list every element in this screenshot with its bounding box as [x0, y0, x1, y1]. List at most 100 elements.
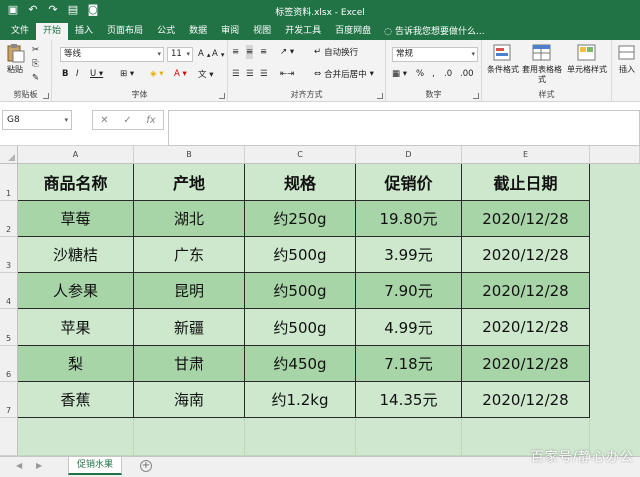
indent-icon[interactable]: ⇤⇥ — [280, 67, 294, 81]
row-header-8[interactable] — [0, 418, 18, 456]
formula-input[interactable] — [168, 110, 640, 146]
border-icon[interactable]: ⊞ ▾ — [120, 67, 134, 81]
percent-icon[interactable]: % — [416, 67, 424, 81]
table-cell[interactable]: 约500g — [245, 237, 356, 273]
align-right-icon[interactable]: ☰ — [260, 67, 268, 81]
table-cell[interactable]: 4.99元 — [356, 309, 462, 346]
table-cell[interactable]: 2020/12/28 — [462, 237, 590, 273]
phonetic-icon[interactable]: 文 ▾ — [198, 67, 213, 81]
bold-button[interactable]: B — [62, 67, 68, 81]
tab-page-layout[interactable]: 页面布局 — [100, 23, 150, 40]
increase-font-icon[interactable]: A ▴ — [198, 47, 210, 61]
cancel-icon[interactable]: ✕ — [100, 115, 108, 126]
wrap-text-button[interactable]: ↵ 自动换行 — [314, 45, 358, 59]
increase-decimal-icon[interactable]: .0 — [444, 67, 452, 81]
empty-cell[interactable] — [245, 418, 356, 456]
tab-home[interactable]: 开始 — [36, 23, 69, 40]
column-header-f[interactable] — [590, 146, 640, 164]
cell-styles-button[interactable]: 单元格样式 — [564, 43, 610, 75]
cut-icon[interactable]: ✂ — [32, 43, 39, 57]
row-header-7[interactable]: 7 — [0, 382, 18, 418]
next-sheet-icon[interactable]: ▶ — [36, 461, 42, 470]
table-cell[interactable]: 约500g — [245, 309, 356, 346]
header-cell-price[interactable]: 促销价 — [356, 164, 462, 201]
tab-insert[interactable]: 插入 — [68, 23, 100, 40]
number-format-select[interactable]: 常规 ▾ — [392, 47, 478, 62]
font-color-icon[interactable]: A ▾ — [174, 67, 187, 81]
row-header-4[interactable]: 4 — [0, 273, 18, 309]
table-cell[interactable]: 19.80元 — [356, 201, 462, 237]
column-header-d[interactable]: D — [356, 146, 462, 164]
font-size-select[interactable]: 11 ▾ — [167, 47, 193, 62]
decrease-font-icon[interactable]: A ▾ — [212, 47, 224, 61]
accounting-format-icon[interactable]: ▦ ▾ — [392, 67, 407, 81]
font-launcher-icon[interactable] — [219, 93, 225, 99]
table-cell[interactable]: 2020/12/28 — [462, 382, 590, 418]
tab-file[interactable]: 文件 — [4, 23, 36, 40]
table-cell[interactable]: 昆明 — [134, 273, 245, 309]
align-middle-icon[interactable]: ≡ — [246, 45, 254, 59]
empty-cell[interactable] — [356, 418, 462, 456]
table-cell[interactable]: 湖北 — [134, 201, 245, 237]
header-cell-origin[interactable]: 产地 — [134, 164, 245, 201]
underline-button[interactable]: U ▾ — [90, 67, 103, 81]
insert-function-icon[interactable]: fx — [146, 115, 155, 126]
name-box[interactable]: G8 ▾ — [2, 110, 72, 130]
prev-sheet-icon[interactable]: ◀ — [16, 461, 22, 470]
tab-data[interactable]: 数据 — [182, 23, 214, 40]
table-cell[interactable]: 2020/12/28 — [462, 309, 590, 346]
paste-button[interactable]: 粘贴 — [4, 43, 26, 75]
empty-cell[interactable] — [18, 418, 134, 456]
table-cell[interactable]: 新疆 — [134, 309, 245, 346]
row-header-5[interactable]: 5 — [0, 309, 18, 346]
sheet-tab-promo-fruit[interactable]: 促销水果 — [68, 457, 123, 475]
tell-me-search[interactable]: ◌ 告诉我您想要做什么... — [378, 23, 490, 40]
row-header-2[interactable]: 2 — [0, 201, 18, 237]
insert-cells-button[interactable]: 插入 — [614, 43, 640, 75]
add-sheet-icon[interactable]: + — [140, 460, 152, 472]
copy-icon[interactable]: ⎘ — [32, 57, 39, 71]
merge-center-button[interactable]: ⇔ 合并后居中 ▾ — [314, 67, 374, 81]
row-header-1[interactable]: 1 — [0, 164, 18, 201]
table-cell[interactable]: 梨 — [18, 346, 134, 382]
comma-icon[interactable]: , — [432, 67, 435, 81]
table-cell[interactable]: 苹果 — [18, 309, 134, 346]
table-cell[interactable]: 7.90元 — [356, 273, 462, 309]
table-cell[interactable]: 沙糖桔 — [18, 237, 134, 273]
align-bottom-icon[interactable]: ≡ — [260, 45, 267, 59]
tab-formulas[interactable]: 公式 — [150, 23, 182, 40]
decrease-decimal-icon[interactable]: .00 — [460, 67, 474, 81]
table-cell[interactable]: 2020/12/28 — [462, 346, 590, 382]
fill-color-icon[interactable]: ◈ ▾ — [150, 67, 164, 81]
align-top-icon[interactable]: ≡ — [232, 45, 239, 59]
table-cell[interactable]: 2020/12/28 — [462, 201, 590, 237]
table-cell[interactable]: 广东 — [134, 237, 245, 273]
table-cell[interactable]: 3.99元 — [356, 237, 462, 273]
table-cell[interactable]: 2020/12/28 — [462, 273, 590, 309]
table-cell[interactable]: 草莓 — [18, 201, 134, 237]
table-cell[interactable]: 约1.2kg — [245, 382, 356, 418]
column-header-e[interactable]: E — [462, 146, 590, 164]
align-center-icon[interactable]: ☰ — [246, 67, 254, 81]
clipboard-launcher-icon[interactable] — [43, 93, 49, 99]
row-header-6[interactable]: 6 — [0, 346, 18, 382]
header-cell-product[interactable]: 商品名称 — [18, 164, 134, 201]
table-cell[interactable]: 约450g — [245, 346, 356, 382]
enter-icon[interactable]: ✓ — [123, 115, 131, 126]
select-all-corner[interactable] — [0, 146, 18, 164]
table-cell[interactable]: 人参果 — [18, 273, 134, 309]
format-as-table-button[interactable]: 套用表格格式 — [522, 43, 562, 85]
column-header-c[interactable]: C — [245, 146, 356, 164]
number-launcher-icon[interactable] — [473, 93, 479, 99]
tab-baidu-netdisk[interactable]: 百度网盘 — [328, 23, 378, 40]
column-header-b[interactable]: B — [134, 146, 245, 164]
column-header-a[interactable]: A — [18, 146, 134, 164]
table-cell[interactable]: 14.35元 — [356, 382, 462, 418]
tab-developer[interactable]: 开发工具 — [278, 23, 328, 40]
header-cell-deadline[interactable]: 截止日期 — [462, 164, 590, 201]
conditional-format-button[interactable]: 条件格式 — [484, 43, 522, 75]
empty-cell[interactable] — [134, 418, 245, 456]
table-cell[interactable]: 约250g — [245, 201, 356, 237]
tab-view[interactable]: 视图 — [246, 23, 278, 40]
table-cell[interactable]: 甘肃 — [134, 346, 245, 382]
